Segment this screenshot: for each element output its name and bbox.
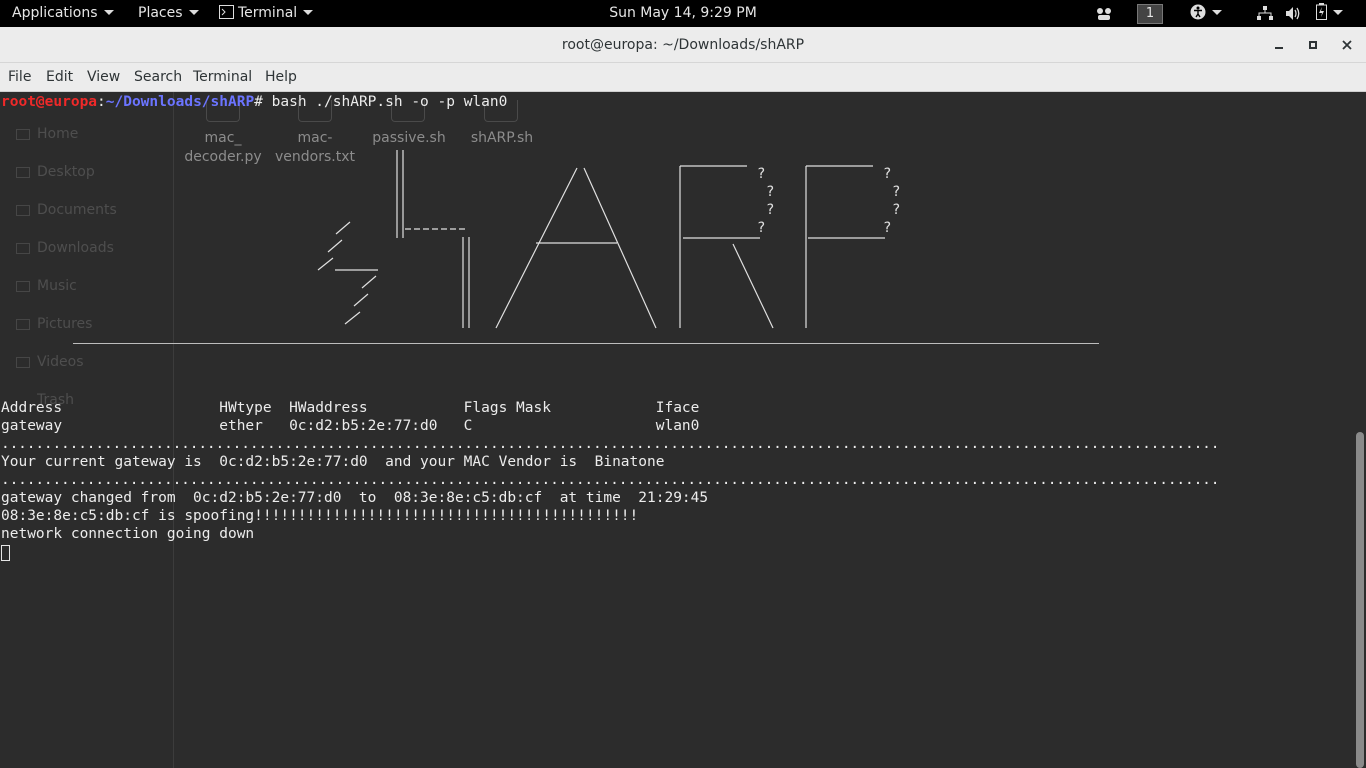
apps-icon[interactable] xyxy=(1096,7,1112,21)
logo-a-stroke xyxy=(495,167,657,329)
gateway-changed-line: gateway changed from 0c:d2:b5:2e:77:d0 t… xyxy=(1,490,709,506)
logo-question-mark: ? xyxy=(757,166,765,182)
logo-r1-stroke xyxy=(679,165,774,329)
logo-question-mark: ? xyxy=(892,202,900,218)
logo-underline xyxy=(73,343,1099,344)
terminal-view[interactable]: Home Desktop Documents Downloads Music P… xyxy=(0,92,1366,768)
scrollbar[interactable] xyxy=(1354,92,1366,768)
workspace-indicator[interactable]: 1 xyxy=(1137,4,1163,24)
volume-icon[interactable] xyxy=(1285,6,1302,21)
arp-table-row: gateway ether 0c:d2:b5:2e:77:d0 C wlan0 xyxy=(1,418,700,434)
maximize-button[interactable] xyxy=(1302,34,1324,56)
scrollbar-thumb[interactable] xyxy=(1356,432,1364,768)
applications-label: Applications xyxy=(12,5,98,21)
chevron-down-icon xyxy=(303,9,314,15)
menu-help[interactable]: Help xyxy=(265,63,297,91)
minimize-button[interactable] xyxy=(1268,34,1290,56)
dotted-separator: ........................................… xyxy=(1,436,1220,452)
ghost-sidebar-item: Videos xyxy=(37,354,84,370)
dotted-separator: ........................................… xyxy=(1,472,1220,488)
menubar: File Edit View Search Terminal Help xyxy=(0,63,1366,92)
logo-question-mark: ? xyxy=(892,184,900,200)
accessibility-menu[interactable] xyxy=(1190,0,1222,27)
video-icon xyxy=(16,357,30,368)
window-titlebar[interactable]: root@europa: ~/Downloads/shARP xyxy=(0,27,1366,63)
system-menu[interactable] xyxy=(1316,0,1343,27)
close-icon xyxy=(1342,39,1352,50)
chevron-down-icon xyxy=(103,9,114,15)
logo-slash-stroke xyxy=(317,221,378,325)
sharp-ascii-logo: ? ? ? ? ? ? ? ? xyxy=(317,150,900,329)
top-panel: Applications Places Terminal Sun May 14,… xyxy=(0,0,1366,27)
menu-edit[interactable]: Edit xyxy=(46,63,73,91)
chevron-down-icon xyxy=(1212,9,1222,15)
logo-question-mark: ? xyxy=(883,166,891,182)
battery-icon xyxy=(1316,3,1327,20)
logo-question-mark: ? xyxy=(766,202,774,218)
logo-question-mark: ? xyxy=(766,184,774,200)
menu-view[interactable]: View xyxy=(87,63,120,91)
maximize-icon xyxy=(1309,40,1317,49)
terminal-app-menu[interactable]: Terminal xyxy=(219,0,314,27)
spoofing-line: 08:3e:8e:c5:db:cf is spoofing!!!!!!!!!!!… xyxy=(1,508,639,524)
close-button[interactable] xyxy=(1336,34,1358,56)
logo-slash-stroke xyxy=(462,237,470,328)
places-menu[interactable]: Places xyxy=(138,0,199,27)
chevron-down-icon xyxy=(1333,9,1343,15)
network-down-line: network connection going down xyxy=(1,526,255,542)
arp-table-header: Address HWtype HWaddress Flags Mask Ifac… xyxy=(1,400,700,416)
network-icon[interactable] xyxy=(1257,6,1273,21)
logo-question-mark: ? xyxy=(883,220,891,236)
applications-menu[interactable]: Applications xyxy=(12,0,114,27)
terminal-app-label: Terminal xyxy=(238,5,298,21)
window-title: root@europa: ~/Downloads/shARP xyxy=(561,37,805,53)
places-label: Places xyxy=(138,5,183,21)
menu-file[interactable]: File xyxy=(8,63,31,91)
minimize-icon xyxy=(1275,46,1283,49)
clock[interactable]: Sun May 14, 9:29 PM xyxy=(609,5,757,21)
menu-terminal[interactable]: Terminal xyxy=(193,63,252,91)
accessibility-icon xyxy=(1190,4,1206,19)
gateway-info-line: Your current gateway is 0c:d2:b5:2e:77:d… xyxy=(1,454,665,470)
menu-search[interactable]: Search xyxy=(134,63,182,91)
logo-slash-stroke xyxy=(396,150,404,238)
logo-p-stroke xyxy=(805,165,885,328)
terminal-icon xyxy=(219,4,234,19)
chevron-down-icon xyxy=(188,9,199,15)
terminal-cursor xyxy=(1,545,10,561)
logo-question-mark: ? xyxy=(757,220,765,236)
